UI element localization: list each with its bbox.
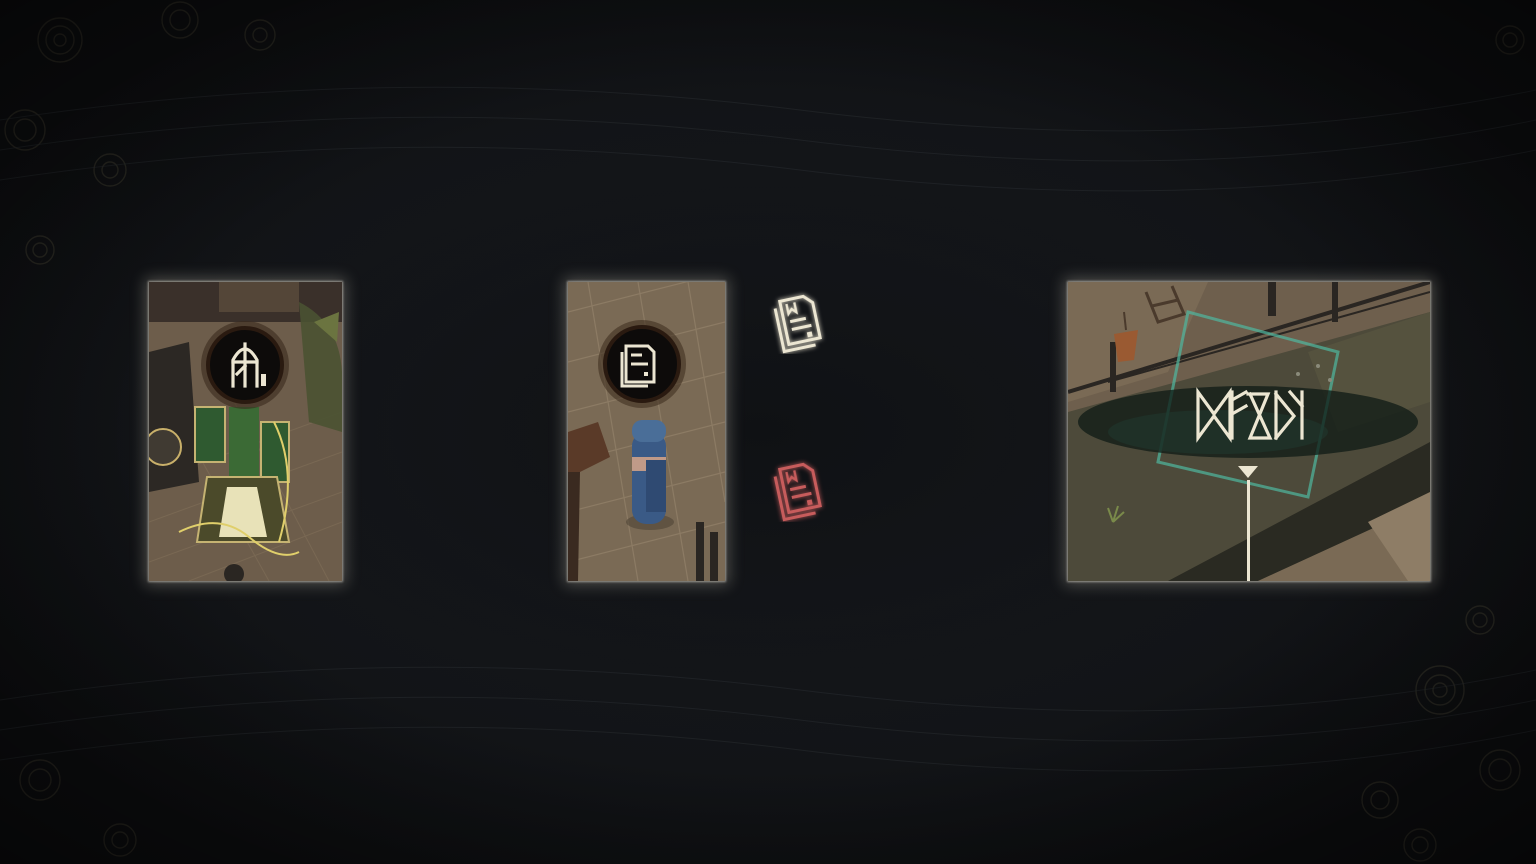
tutorial-card-door xyxy=(149,282,342,581)
game-screen xyxy=(0,0,1536,864)
note-icon-read xyxy=(766,454,830,522)
tutorial-card-marker xyxy=(1068,282,1430,581)
tutorial-card-note xyxy=(568,282,725,581)
marker-scene xyxy=(1068,282,1430,581)
note-icon-unread xyxy=(766,286,830,354)
door-scene xyxy=(149,282,342,581)
note-scene xyxy=(568,282,725,581)
